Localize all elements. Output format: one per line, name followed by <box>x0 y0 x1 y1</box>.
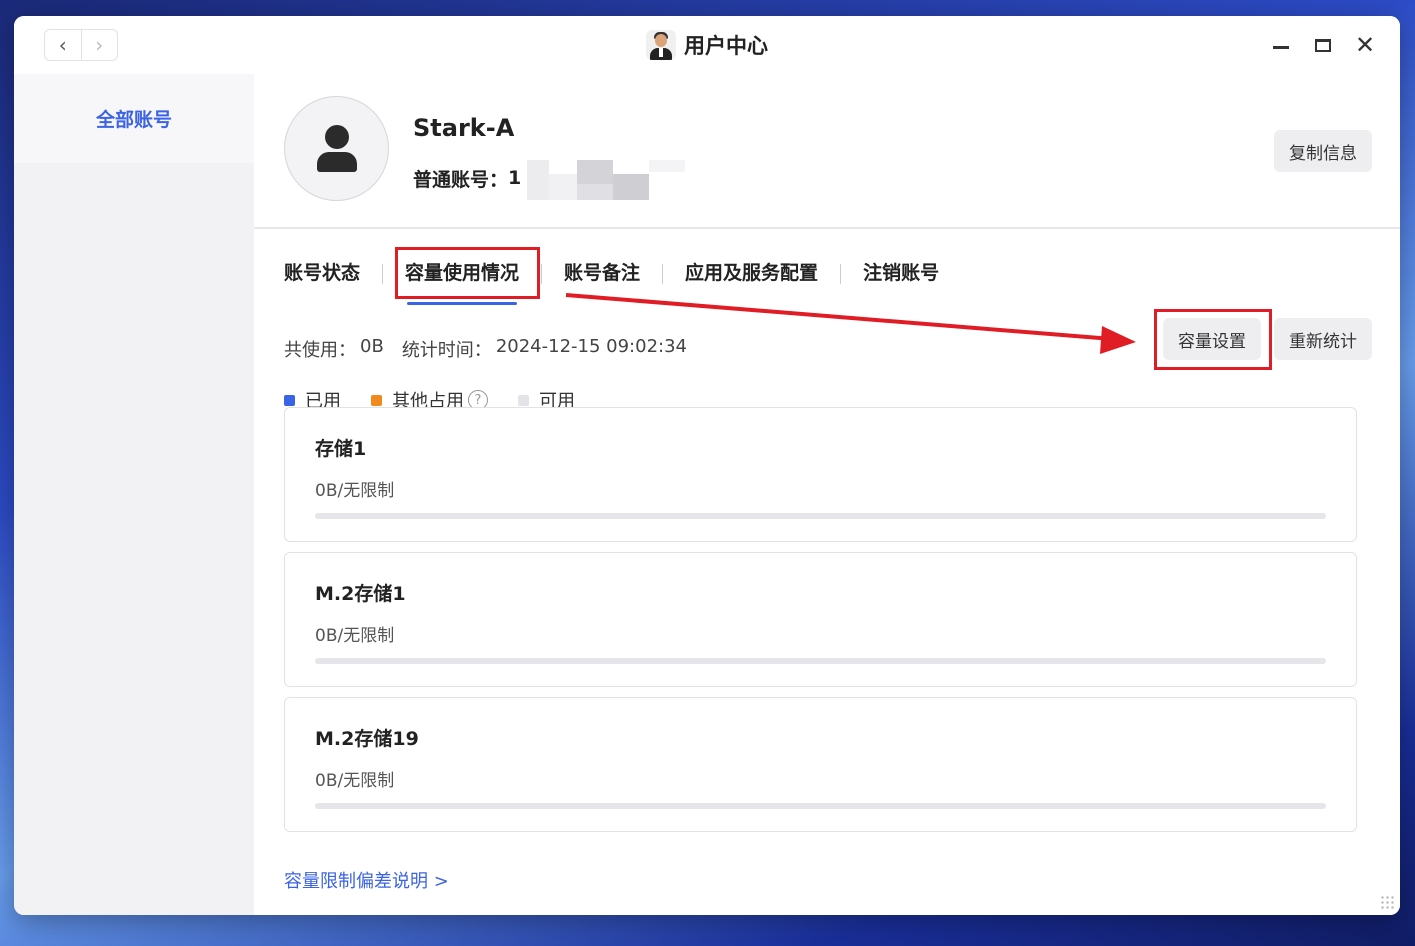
annotation-arrow <box>565 293 1136 354</box>
